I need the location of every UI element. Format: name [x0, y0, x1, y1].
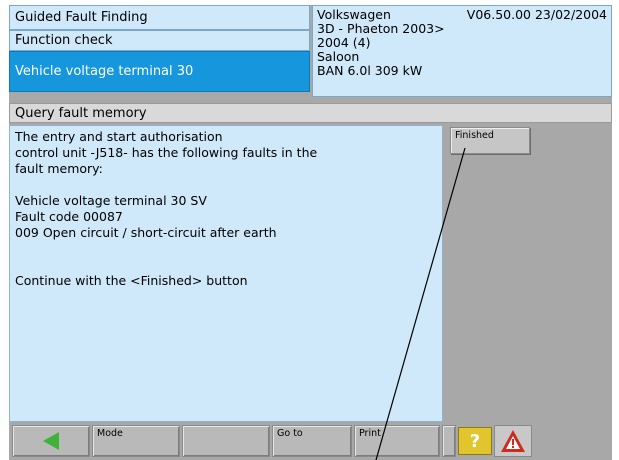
finished-button[interactable]: Finished	[450, 127, 530, 154]
vehicle-model: 3D - Phaeton 2003>	[317, 21, 445, 36]
vehicle-body: Saloon	[317, 49, 360, 64]
section-title: Query fault memory	[9, 103, 612, 123]
fault-code: Fault code 00087	[15, 209, 123, 224]
instruction-text: Continue with the <Finished> button	[15, 273, 248, 288]
back-button[interactable]	[12, 425, 90, 457]
header-subtitle: Function check	[9, 30, 310, 51]
goto-button[interactable]: Go to	[272, 425, 352, 457]
help-icon: ?	[469, 430, 481, 452]
active-test-item[interactable]: Vehicle voltage terminal 30	[9, 51, 310, 92]
warning-button[interactable]	[494, 425, 532, 457]
fault-description: 009 Open circuit / short-circuit after e…	[15, 225, 277, 240]
warning-icon	[501, 430, 525, 452]
software-version: V06.50.00 23/02/2004	[466, 7, 607, 22]
back-arrow-icon	[43, 432, 59, 450]
bottom-bar-spacer	[182, 425, 270, 457]
help-button[interactable]: ?	[458, 427, 492, 455]
vehicle-year: 2004 (4)	[317, 35, 371, 50]
bottom-bar-blank	[442, 425, 456, 457]
fault-name: Vehicle voltage terminal 30 SV	[15, 193, 207, 208]
message-pane: The entry and start authorisation contro…	[9, 125, 443, 422]
vehicle-make: Volkswagen	[317, 7, 391, 22]
message-intro: The entry and start authorisation contro…	[15, 129, 318, 176]
vehicle-engine: BAN 6.0l 309 kW	[317, 63, 423, 78]
mode-button[interactable]: Mode	[92, 425, 180, 457]
header-title: Guided Fault Finding	[9, 5, 310, 30]
vehicle-info-panel: Volkswagen V06.50.00 23/02/2004 3D - Pha…	[312, 5, 612, 97]
print-button[interactable]: Print	[354, 425, 440, 457]
